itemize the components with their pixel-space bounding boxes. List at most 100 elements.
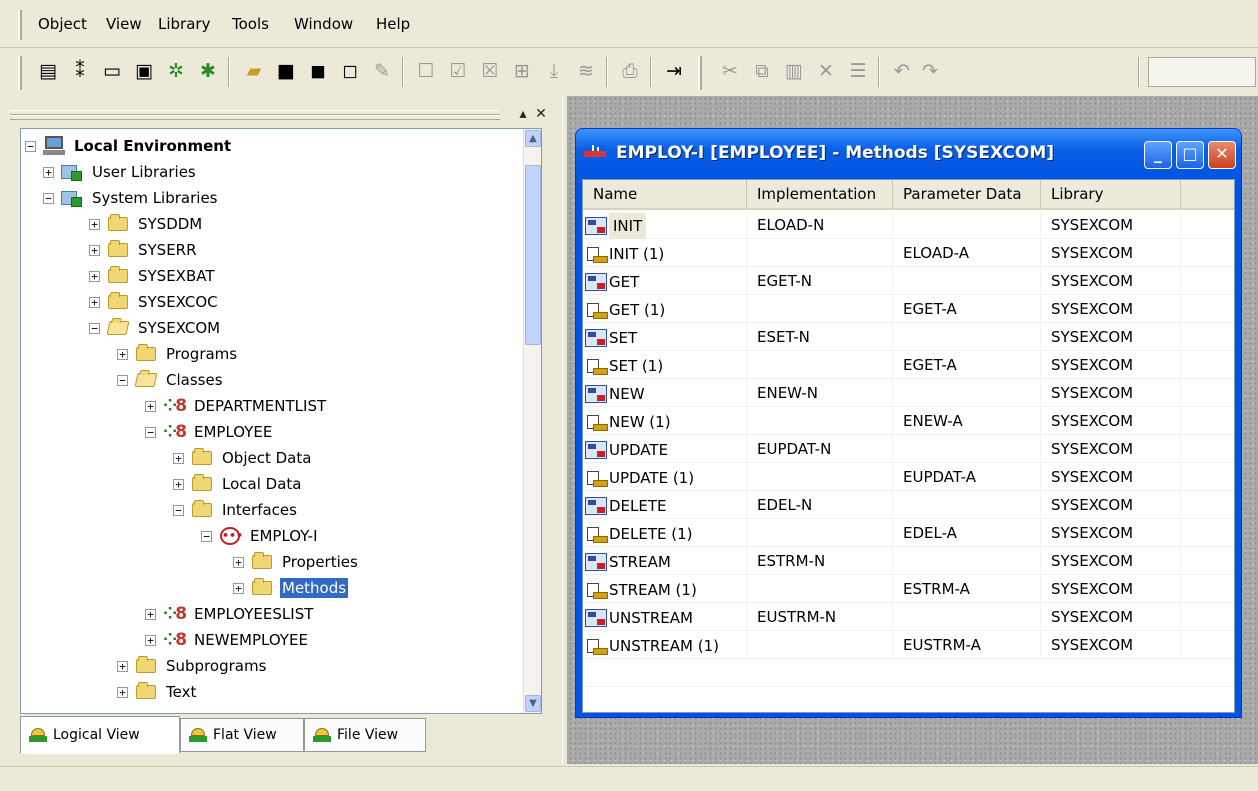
edit-icon[interactable]: ✎ <box>368 57 396 85</box>
tree-scrollbar[interactable]: ▲ ▼ <box>523 129 541 713</box>
table-row[interactable]: DELETE (1) EDEL-A SYSEXCOM <box>583 520 1234 547</box>
expand-icon[interactable]: + <box>89 218 100 230</box>
expand-icon[interactable]: + <box>89 270 100 282</box>
table-row[interactable]: UNSTREAM (1) EUSTRM-A SYSEXCOM <box>583 632 1234 659</box>
tree-node-employ-i[interactable]: − ••• EMPLOY-I <box>201 523 320 549</box>
tree-node-employee[interactable]: − ⁘8 EMPLOYEE <box>145 419 274 445</box>
save-all-icon[interactable]: ◼ <box>304 57 332 85</box>
minimize-pane-icon[interactable]: ▴ <box>514 106 532 124</box>
close-pane-icon[interactable]: ✕ <box>532 106 550 124</box>
tree-node-properties[interactable]: + Properties <box>233 549 360 575</box>
tab-flat-view[interactable]: Flat View <box>180 718 304 752</box>
table-row[interactable]: STREAM (1) ESTRM-A SYSEXCOM <box>583 576 1234 603</box>
collapse-icon[interactable]: − <box>43 192 54 204</box>
scroll-up-icon[interactable]: ▲ <box>525 130 541 147</box>
expand-icon[interactable]: + <box>89 296 100 308</box>
toolbar-grip[interactable] <box>698 56 702 90</box>
tree-node-methods[interactable]: + Methods <box>233 575 349 601</box>
menu-view[interactable]: View <box>106 15 142 33</box>
test-icon[interactable]: ≋ <box>572 57 600 85</box>
paste-icon[interactable]: ▥ <box>780 57 808 85</box>
undo-icon[interactable]: ↶ <box>888 57 916 85</box>
tab-file-view[interactable]: File View <box>304 718 426 752</box>
tree-node-departmentlist[interactable]: + ⁘8 DEPARTMENTLIST <box>145 393 328 419</box>
tree-node-programs[interactable]: + Programs <box>117 341 239 367</box>
toolbar-combo[interactable] <box>1148 57 1256 87</box>
column-header-library[interactable]: Library <box>1041 180 1181 208</box>
maximize-window-icon[interactable]: □ <box>1176 141 1204 169</box>
table-row[interactable]: NEW (1) ENEW-A SYSEXCOM <box>583 408 1234 435</box>
tree-node-classes[interactable]: − Classes <box>117 367 225 393</box>
collapse-icon[interactable]: − <box>145 426 156 438</box>
expand-icon[interactable]: + <box>117 348 128 360</box>
table-row[interactable]: GET (1) EGET-A SYSEXCOM <box>583 296 1234 323</box>
print-icon[interactable]: ⎙ <box>616 57 644 85</box>
expand-icon[interactable]: + <box>145 634 156 646</box>
new-icon[interactable]: ◻ <box>336 57 364 85</box>
tree-node-sysexcom[interactable]: − SYSEXCOM <box>89 315 222 341</box>
table-row[interactable]: INIT ELOAD-N SYSEXCOM <box>583 212 1234 239</box>
debug2-icon[interactable]: ✱ <box>194 57 222 85</box>
open-icon[interactable]: ▰ <box>240 57 268 85</box>
menu-library[interactable]: Library <box>158 15 210 33</box>
expand-icon[interactable]: + <box>89 244 100 256</box>
step-icon[interactable]: ⤓ <box>540 57 568 85</box>
tree-node-object-data[interactable]: + Object Data <box>173 445 313 471</box>
library-tree[interactable]: − Local Environment + User Libraries − S… <box>20 128 542 714</box>
menu-object[interactable]: Object <box>38 15 87 33</box>
expand-icon[interactable]: + <box>117 660 128 672</box>
expand-icon[interactable]: + <box>117 686 128 698</box>
tree-icon[interactable]: ⁑ <box>66 57 94 85</box>
expand-icon[interactable]: + <box>233 582 244 594</box>
stow-icon[interactable]: ☑ <box>444 57 472 85</box>
table-row[interactable]: NEW ENEW-N SYSEXCOM <box>583 380 1234 407</box>
tree-node-system-libraries[interactable]: − System Libraries <box>43 185 220 211</box>
tree-node-sysddm[interactable]: + SYSDDM <box>89 211 204 237</box>
collapse-icon[interactable]: − <box>25 140 36 152</box>
menu-help[interactable]: Help <box>376 15 410 33</box>
tree-node-text[interactable]: + Text <box>117 679 198 705</box>
table-row[interactable]: UNSTREAM EUSTRM-N SYSEXCOM <box>583 604 1234 631</box>
table-row[interactable]: SET ESET-N SYSEXCOM <box>583 324 1234 351</box>
tab-logical-view[interactable]: Logical View <box>20 716 180 754</box>
tree-node-newemployee[interactable]: + ⁘8 NEWEMPLOYEE <box>145 627 310 653</box>
tree-node-syserr[interactable]: + SYSERR <box>89 237 199 263</box>
collapse-icon[interactable]: − <box>117 374 128 386</box>
menu-tools[interactable]: Tools <box>232 15 269 33</box>
table-row[interactable]: SET (1) EGET-A SYSEXCOM <box>583 352 1234 379</box>
run-icon[interactable]: ⊞ <box>508 57 536 85</box>
scroll-thumb[interactable] <box>525 165 541 345</box>
tree-node-sysexcoc[interactable]: + SYSEXCOC <box>89 289 220 315</box>
expand-icon[interactable]: + <box>173 478 184 490</box>
tree-node-user-libraries[interactable]: + User Libraries <box>43 159 198 185</box>
table-row[interactable]: DELETE EDEL-N SYSEXCOM <box>583 492 1234 519</box>
menu-window[interactable]: Window <box>294 15 353 33</box>
table-row[interactable]: UPDATE EUPDAT-N SYSEXCOM <box>583 436 1234 463</box>
tree-node-sysexbat[interactable]: + SYSEXBAT <box>89 263 217 289</box>
table-row[interactable]: GET EGET-N SYSEXCOM <box>583 268 1234 295</box>
pane-caption[interactable]: ▴ ✕ <box>0 100 560 128</box>
collapse-icon[interactable]: − <box>201 530 212 542</box>
tree-node-interfaces[interactable]: − Interfaces <box>173 497 299 523</box>
expand-icon[interactable]: + <box>145 400 156 412</box>
scroll-down-icon[interactable]: ▼ <box>525 695 541 712</box>
table-row[interactable]: INIT (1) ELOAD-A SYSEXCOM <box>583 240 1234 267</box>
tree-node-local-environment[interactable]: − Local Environment <box>25 133 233 159</box>
column-header-implementation[interactable]: Implementation <box>747 180 893 208</box>
table-row[interactable]: STREAM ESTRM-N SYSEXCOM <box>583 548 1234 575</box>
collapse-icon[interactable]: − <box>89 322 100 334</box>
copy-icon[interactable]: ⧉ <box>748 57 776 85</box>
column-header-parameter-data[interactable]: Parameter Data <box>893 180 1041 208</box>
menubar-grip[interactable] <box>18 10 22 40</box>
column-header-name[interactable]: Name <box>583 180 747 208</box>
tree-node-employeeslist[interactable]: + ⁘8 EMPLOYEESLIST <box>145 601 315 627</box>
delete-icon[interactable]: ✕ <box>812 57 840 85</box>
cut-icon[interactable]: ✂ <box>716 57 744 85</box>
minimize-window-icon[interactable]: _ <box>1144 141 1172 169</box>
exit-icon[interactable]: ⇥ <box>660 57 688 85</box>
debug-icon[interactable]: ✲ <box>162 57 190 85</box>
check-icon[interactable]: ☐ <box>412 57 440 85</box>
collapse-icon[interactable]: − <box>173 504 184 516</box>
window-icon[interactable]: ▭ <box>98 57 126 85</box>
tree-node-subprograms[interactable]: + Subprograms <box>117 653 268 679</box>
